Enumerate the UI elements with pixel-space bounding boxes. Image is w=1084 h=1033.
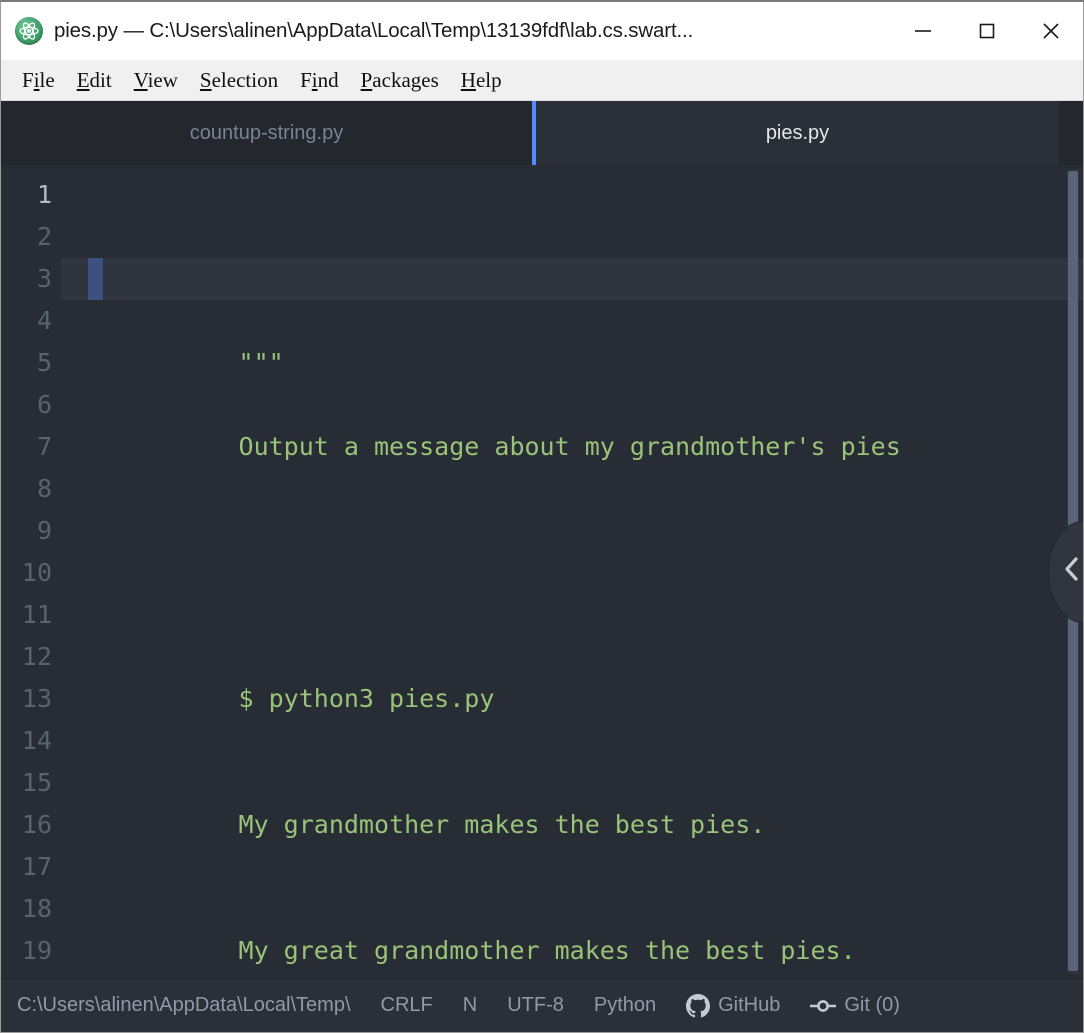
minimize-button[interactable] bbox=[891, 2, 955, 60]
code-line-4[interactable]: $ python3 pies.py bbox=[61, 636, 1083, 713]
line-number: 13 bbox=[21, 684, 52, 713]
line-number: 17 bbox=[21, 852, 52, 881]
menu-item-help[interactable]: Help bbox=[450, 66, 513, 95]
tab-label: countup-string.py bbox=[189, 121, 344, 144]
text-editor[interactable]: 1 2 3 4 5 6 7 8 9 10 11 12 13 14 15 16 1… bbox=[1, 165, 1083, 978]
close-button[interactable] bbox=[1019, 2, 1083, 60]
menu-post: nd bbox=[317, 67, 339, 92]
code-token: """ bbox=[238, 348, 284, 377]
line-number: 19 bbox=[21, 936, 52, 965]
menu-post: iew bbox=[147, 67, 178, 92]
tab-bar: countup-string.py pies.py bbox=[1, 101, 1083, 165]
status-label: CRLF bbox=[380, 994, 433, 1016]
line-number: 14 bbox=[21, 726, 52, 755]
menu-item-file[interactable]: File bbox=[11, 66, 66, 95]
menu-mnemonic: S bbox=[199, 67, 212, 92]
menu-item-find[interactable]: Find bbox=[289, 66, 350, 95]
status-label: UTF-8 bbox=[507, 994, 564, 1016]
tab-bar-filler bbox=[1059, 101, 1083, 165]
menu-item-selection[interactable]: Selection bbox=[189, 66, 289, 95]
code-line-1[interactable]: """ bbox=[61, 258, 1083, 377]
menu-post: le bbox=[39, 67, 55, 92]
maximize-button[interactable] bbox=[955, 2, 1019, 60]
status-label: Git (0) bbox=[844, 994, 900, 1016]
menu-post: ackages bbox=[372, 67, 439, 92]
menu-item-packages[interactable]: Packages bbox=[350, 66, 450, 95]
status-line-ending[interactable]: CRLF bbox=[381, 994, 433, 1017]
line-number: 18 bbox=[21, 894, 52, 923]
menu-post: dit bbox=[89, 67, 112, 92]
line-number: 8 bbox=[36, 474, 52, 503]
line-number: 11 bbox=[21, 600, 52, 629]
code-token: My grandmother makes the best pies. bbox=[238, 810, 766, 839]
line-number: 7 bbox=[36, 432, 52, 461]
code-line-3[interactable] bbox=[61, 510, 1083, 552]
tab-pies-py[interactable]: pies.py bbox=[532, 101, 1059, 165]
status-github[interactable]: GitHub bbox=[686, 993, 781, 1018]
menu-post: election bbox=[211, 67, 279, 92]
atom-icon bbox=[15, 17, 43, 45]
code-token: $ python3 pies.py bbox=[238, 684, 495, 713]
status-git[interactable]: Git (0) bbox=[810, 994, 900, 1017]
line-number: 16 bbox=[21, 810, 52, 839]
tab-countup-string-py[interactable]: countup-string.py bbox=[1, 101, 532, 165]
status-label: GitHub bbox=[718, 994, 781, 1016]
line-number: 5 bbox=[36, 348, 52, 377]
menu-bar: File Edit View Selection Find Packages H… bbox=[1, 60, 1083, 101]
menu-mnemonic: V bbox=[133, 67, 148, 92]
window-controls bbox=[891, 2, 1083, 60]
window-title: pies.py — C:\Users\alinen\AppData\Local\… bbox=[54, 19, 694, 42]
line-number: 4 bbox=[36, 306, 52, 335]
line-number: 15 bbox=[21, 768, 52, 797]
tab-label: pies.py bbox=[765, 121, 830, 144]
menu-pre: F bbox=[300, 67, 312, 92]
status-label: Python bbox=[593, 994, 657, 1016]
line-number: 6 bbox=[36, 390, 52, 419]
code-token: My great grandmother makes the best pies… bbox=[238, 936, 856, 965]
line-number: 12 bbox=[21, 642, 52, 671]
code-line-6[interactable]: My great grandmother makes the best pies… bbox=[61, 888, 1083, 965]
title-bar: pies.py — C:\Users\alinen\AppData\Local\… bbox=[1, 2, 1083, 60]
menu-pre: F bbox=[22, 67, 34, 92]
status-file-path[interactable]: C:\Users\alinen\AppData\Local\Temp\ bbox=[17, 994, 351, 1017]
menu-mnemonic: H bbox=[460, 67, 476, 92]
code-line-5[interactable]: My grandmother makes the best pies. bbox=[61, 762, 1083, 839]
line-number: 3 bbox=[36, 264, 52, 293]
atom-editor-window: pies.py — C:\Users\alinen\AppData\Local\… bbox=[0, 0, 1084, 1033]
code-token: Output a message about my grandmother's … bbox=[238, 432, 901, 461]
line-number: 1 bbox=[36, 180, 52, 209]
menu-mnemonic: P bbox=[360, 67, 373, 92]
line-number: 2 bbox=[36, 222, 52, 251]
status-label: N bbox=[462, 994, 478, 1016]
git-commit-icon bbox=[810, 995, 837, 1017]
selection-highlight bbox=[88, 258, 103, 300]
status-encoding[interactable]: UTF-8 bbox=[507, 994, 564, 1017]
line-number-gutter: 1 2 3 4 5 6 7 8 9 10 11 12 13 14 15 16 1… bbox=[1, 165, 61, 978]
line-number: 10 bbox=[21, 558, 52, 587]
chevron-left-icon bbox=[1061, 554, 1083, 589]
menu-post: elp bbox=[475, 67, 502, 92]
menu-item-edit[interactable]: Edit bbox=[66, 66, 123, 95]
github-icon bbox=[686, 993, 711, 1018]
code-line-2[interactable]: Output a message about my grandmother's … bbox=[61, 384, 1083, 461]
line-number: 9 bbox=[36, 516, 52, 545]
status-grammar[interactable]: Python bbox=[594, 994, 656, 1017]
editor-area[interactable]: 1 2 3 4 5 6 7 8 9 10 11 12 13 14 15 16 1… bbox=[1, 165, 1083, 978]
menu-mnemonic: E bbox=[76, 67, 90, 92]
status-bar: C:\Users\alinen\AppData\Local\Temp\ CRLF… bbox=[1, 978, 1083, 1032]
status-label: C:\Users\alinen\AppData\Local\Temp\ bbox=[17, 994, 351, 1016]
code-content[interactable]: """ Output a message about my grandmothe… bbox=[61, 165, 1083, 978]
status-indent-mode[interactable]: N bbox=[463, 994, 477, 1017]
menu-item-view[interactable]: View bbox=[123, 66, 189, 95]
